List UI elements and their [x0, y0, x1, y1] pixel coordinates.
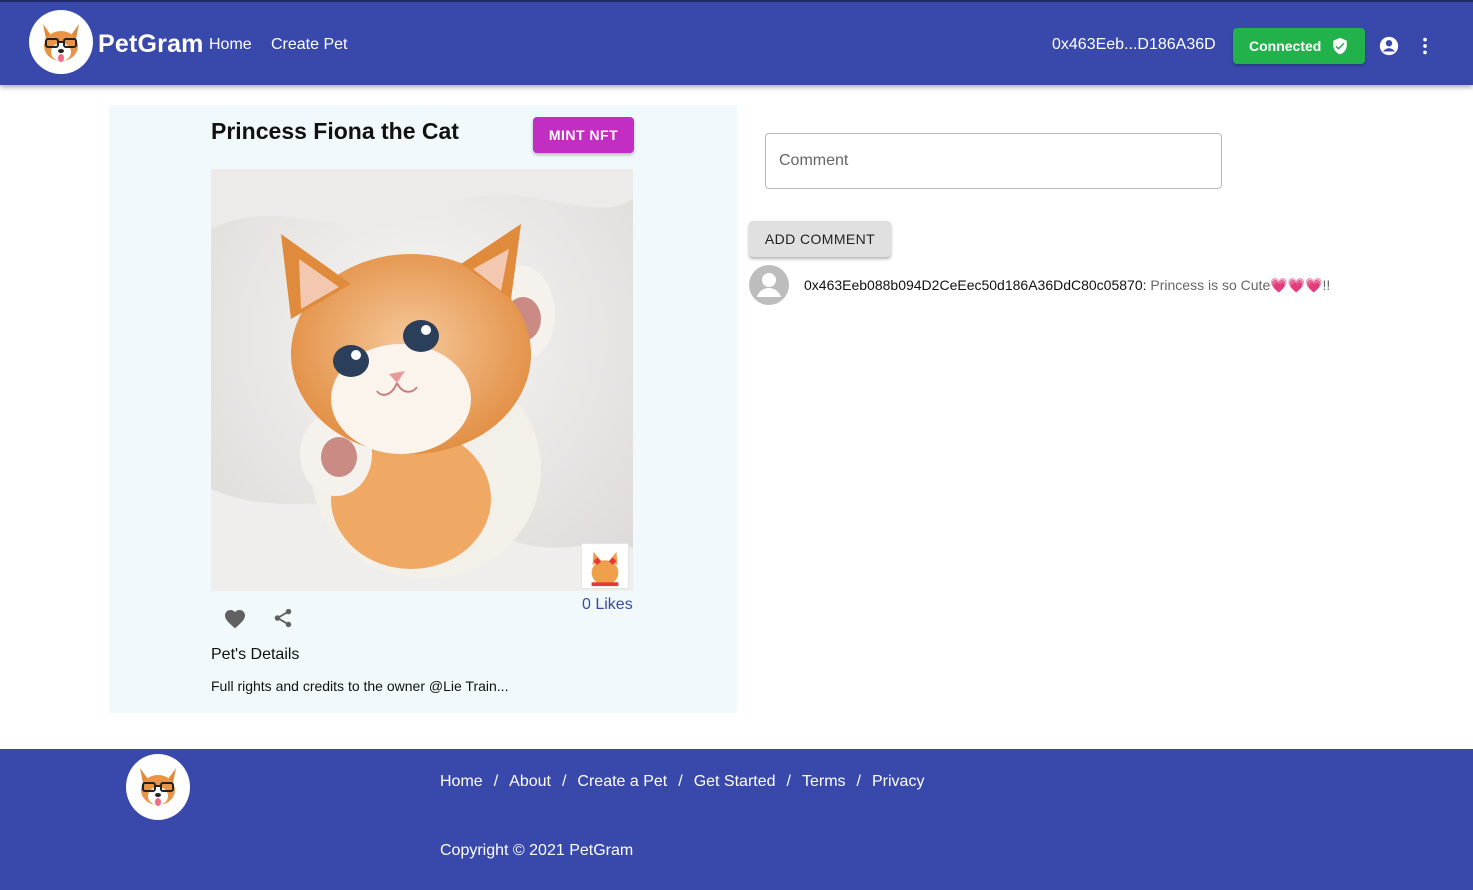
pet-details-text: Full rights and credits to the owner @Li…: [211, 678, 509, 694]
footer-link-privacy[interactable]: Privacy: [872, 773, 924, 791]
avatar: [749, 265, 789, 305]
footer-link-get-started[interactable]: Get Started: [694, 773, 776, 791]
shield-check-icon: [1333, 37, 1348, 55]
dog-logo-icon[interactable]: [29, 10, 93, 74]
app-bar: PetGram Home Create Pet 0x463Eeb...D186A…: [0, 0, 1473, 85]
comment-text: Princess is so Cute💗💗💗!!: [1150, 277, 1331, 293]
footer-separator: /: [561, 773, 567, 790]
pet-photo: [211, 169, 633, 591]
footer-nav: Home / About / Create a Pet / Get Starte…: [440, 773, 924, 791]
footer-separator: /: [678, 773, 683, 790]
footer-link-about[interactable]: About: [509, 773, 551, 791]
footer-link-terms[interactable]: Terms: [802, 773, 846, 791]
nav-create-pet-link[interactable]: Create Pet: [271, 36, 347, 54]
footer-separator: /: [786, 773, 791, 790]
comment-input[interactable]: [765, 133, 1222, 189]
more-vert-icon[interactable]: [1414, 35, 1436, 57]
footer-link-home[interactable]: Home: [440, 773, 483, 791]
add-comment-button[interactable]: ADD COMMENT: [749, 221, 891, 257]
copyright-text: Copyright © 2021 PetGram: [440, 842, 634, 859]
brand-name[interactable]: PetGram: [98, 30, 204, 59]
nav-home-link[interactable]: Home: [209, 36, 252, 54]
connected-button[interactable]: Connected: [1233, 28, 1365, 64]
mint-nft-button[interactable]: MINT NFT: [533, 117, 634, 153]
footer-dog-logo-icon[interactable]: [126, 754, 190, 820]
comment-author: 0x463Eeb088b094D2CeEec50d186A36DdC80c058…: [804, 277, 1147, 293]
footer: [0, 749, 1473, 890]
account-circle-icon[interactable]: [1378, 35, 1400, 57]
heart-icon[interactable]: [223, 607, 247, 629]
share-icon[interactable]: [272, 607, 294, 629]
footer-separator: /: [493, 773, 499, 790]
pet-title: Princess Fiona the Cat: [211, 118, 459, 144]
footer-separator: /: [856, 773, 861, 790]
comment-item: 0x463Eeb088b094D2CeEec50d186A36DdC80c058…: [804, 277, 1330, 294]
likes-count: 0 Likes: [582, 596, 633, 613]
connected-label: Connected: [1249, 38, 1322, 54]
footer-link-create-pet[interactable]: Create a Pet: [577, 773, 667, 791]
pet-details-heading: Pet's Details: [211, 646, 300, 663]
wallet-address: 0x463Eeb...D186A36D: [1052, 36, 1216, 53]
cat-sticker-icon: [581, 543, 629, 589]
